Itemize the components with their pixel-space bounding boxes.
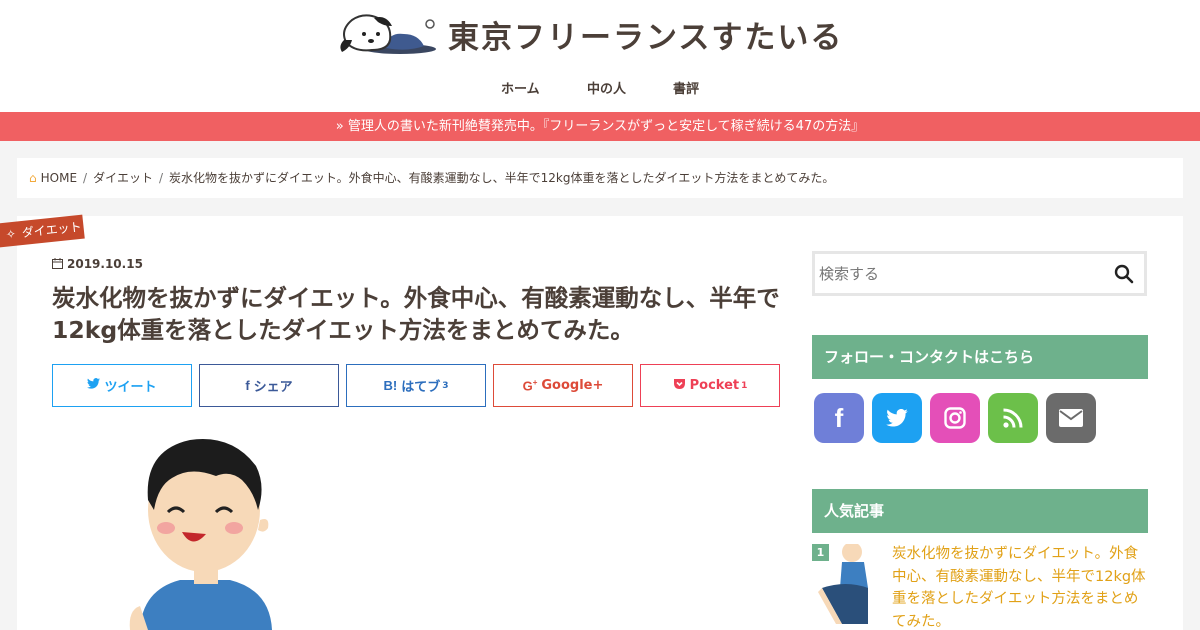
pocket-button[interactable]: Pocket 1 (640, 364, 780, 407)
mail-icon (1059, 409, 1083, 427)
tweet-label: ツイート (104, 380, 157, 395)
hatena-count: 3 (442, 380, 449, 391)
main-nav: ホーム 中の人 書評 (0, 78, 1200, 102)
twitter-icon (87, 378, 101, 393)
popular-post-link[interactable]: 炭水化物を抜かずにダイエット。外食中心、有酸素運動なし、半年で12kg体重を落と… (892, 543, 1150, 630)
google-plus-label: Google+ (541, 378, 604, 393)
pocket-icon (673, 378, 686, 394)
breadcrumb-separator: / (83, 171, 88, 185)
article-illustration (129, 439, 272, 630)
hatena-label: はてブ (401, 380, 441, 395)
search-icon[interactable] (1114, 264, 1134, 284)
search-box (812, 251, 1147, 296)
home-icon: ⌂ (29, 171, 37, 185)
facebook-share-label: シェア (253, 380, 293, 395)
tweet-button[interactable]: ツイート (52, 364, 192, 407)
nav-item-home[interactable]: ホーム (501, 78, 540, 97)
site-logo[interactable]: 東京フリーランスすたいる (338, 12, 843, 56)
follow-widget-title: フォロー・コンタクトはこちら (812, 335, 1148, 379)
dog-mascot-icon (340, 14, 436, 54)
facebook-icon: f (834, 402, 844, 433)
facebook-icon: f (245, 378, 250, 393)
site-title: 東京フリーランスすたいる (448, 19, 844, 56)
post-date: 2019.10.15 (52, 257, 143, 271)
breadcrumb-current: 炭水化物を抜かずにダイエット。外食中心、有酸素運動なし、半年で12kg体重を落と… (169, 171, 835, 185)
category-label-text: ダイエット (21, 219, 83, 241)
hatena-icon: B! (383, 378, 398, 393)
twitter-icon (886, 409, 908, 427)
facebook-share-button[interactable]: f シェア (199, 364, 339, 407)
instagram-icon (944, 407, 966, 429)
post-date-text: 2019.10.15 (67, 257, 143, 271)
folder-icon: ✧ (5, 226, 17, 242)
sns-instagram-button[interactable] (930, 393, 980, 443)
search-input[interactable] (815, 254, 1105, 293)
popular-widget-title: 人気記事 (812, 489, 1148, 533)
pocket-label: Pocket (689, 378, 740, 393)
nav-item-reviews[interactable]: 書評 (673, 78, 699, 97)
breadcrumb-category[interactable]: ダイエット (93, 171, 153, 185)
article-title: 炭水化物を抜かずにダイエット。外食中心、有酸素運動なし、半年で12kg体重を落と… (52, 284, 780, 344)
rss-icon (1003, 408, 1023, 428)
breadcrumb-separator: / (158, 171, 164, 185)
google-plus-button[interactable]: G+ Google+ (493, 364, 633, 407)
google-plus-icon: G+ (522, 377, 538, 394)
sns-facebook-button[interactable]: f (814, 393, 864, 443)
site-header: 東京フリーランスすたいる ホーム 中の人 書評 (0, 0, 1200, 112)
breadcrumb: ⌂ HOME / ダイエット / 炭水化物を抜かずにダイエット。外食中心、有酸素運動なし、… (17, 158, 1183, 198)
sns-mail-button[interactable] (1046, 393, 1096, 443)
popular-rank-badge: 1 (812, 544, 829, 561)
breadcrumb-home[interactable]: HOME (41, 171, 77, 185)
sns-twitter-button[interactable] (872, 393, 922, 443)
sns-rss-button[interactable] (988, 393, 1038, 443)
pocket-count: 1 (741, 380, 748, 391)
nav-item-about[interactable]: 中の人 (587, 78, 626, 97)
announcement-banner[interactable]: » 管理人の書いた新刊絶賛発売中。『フリーランスがずっと安定して稼ぎ続ける47の… (0, 112, 1200, 141)
hatena-bookmark-button[interactable]: B! はてブ 3 (346, 364, 486, 407)
calendar-icon (52, 258, 63, 269)
